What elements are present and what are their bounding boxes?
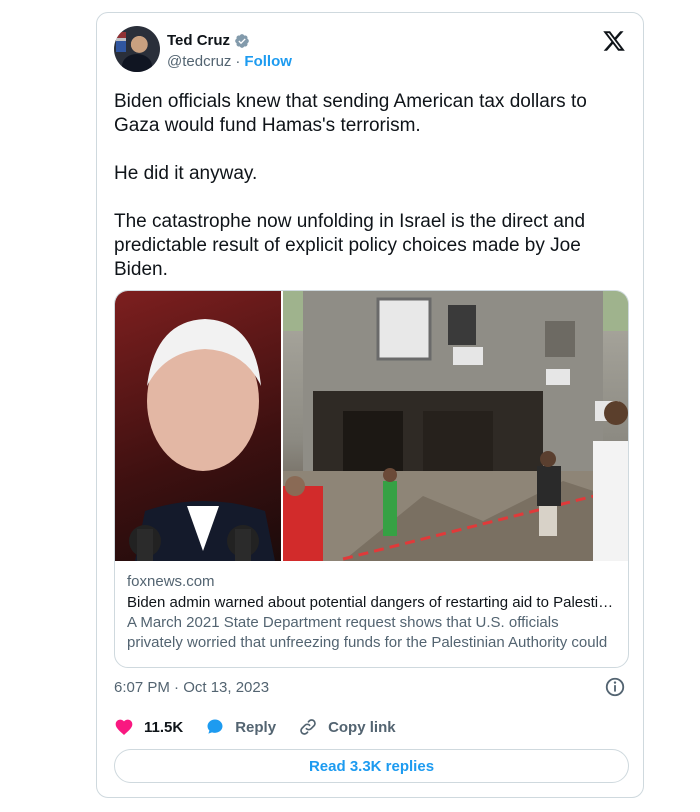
preview-photo-portrait — [115, 291, 281, 561]
link-preview-text[interactable]: foxnews.com Biden admin warned about pot… — [115, 561, 628, 653]
author-handle[interactable]: @tedcruz — [167, 53, 231, 70]
portrait-illustration — [129, 319, 275, 561]
copy-link-label: Copy link — [328, 718, 396, 736]
avatar-figure — [122, 54, 152, 72]
link-preview-card[interactable]: foxnews.com Biden admin warned about pot… — [114, 290, 629, 668]
tweet-actions: 11.5K Reply Copy link — [114, 717, 396, 737]
reply-label: Reply — [235, 718, 277, 736]
follow-link[interactable]: Follow — [244, 53, 292, 70]
reply-button[interactable]: Reply — [205, 717, 276, 737]
read-replies-button[interactable]: Read 3.3K replies — [114, 749, 629, 783]
tweet-text: Biden officials knew that sending Americ… — [114, 91, 587, 280]
avatar[interactable] — [114, 26, 160, 72]
tweet-embed-card[interactable]: Ted Cruz @tedcruz · Follow Biden officia… — [96, 12, 644, 798]
avatar-flag-detail — [116, 32, 126, 52]
author-name-row[interactable]: Ted Cruz — [167, 32, 250, 49]
link-description: A March 2021 State Department request sh… — [127, 614, 608, 651]
link-title[interactable]: Biden admin warned about potential dange… — [127, 594, 616, 611]
tweet-timestamp[interactable]: 6:07 PM · Oct 13, 2023 — [114, 679, 269, 696]
author-handle-row: @tedcruz · Follow — [167, 53, 292, 70]
building-illustration — [283, 291, 628, 561]
info-icon[interactable] — [604, 676, 626, 698]
x-logo-icon[interactable] — [602, 29, 626, 53]
reply-bubble-icon — [207, 719, 223, 734]
link-domain: foxnews.com — [127, 573, 215, 590]
like-button[interactable]: 11.5K — [114, 717, 183, 737]
preview-photo-damaged-building — [283, 291, 628, 561]
verified-badge-icon — [235, 33, 249, 48]
preview-image[interactable] — [115, 291, 628, 561]
heart-icon — [115, 719, 133, 735]
author-name[interactable]: Ted Cruz — [167, 32, 230, 49]
copy-link-button[interactable]: Copy link — [298, 717, 396, 737]
dot-separator: · — [235, 53, 241, 70]
link-icon — [300, 719, 316, 735]
like-count: 11.5K — [144, 718, 184, 736]
